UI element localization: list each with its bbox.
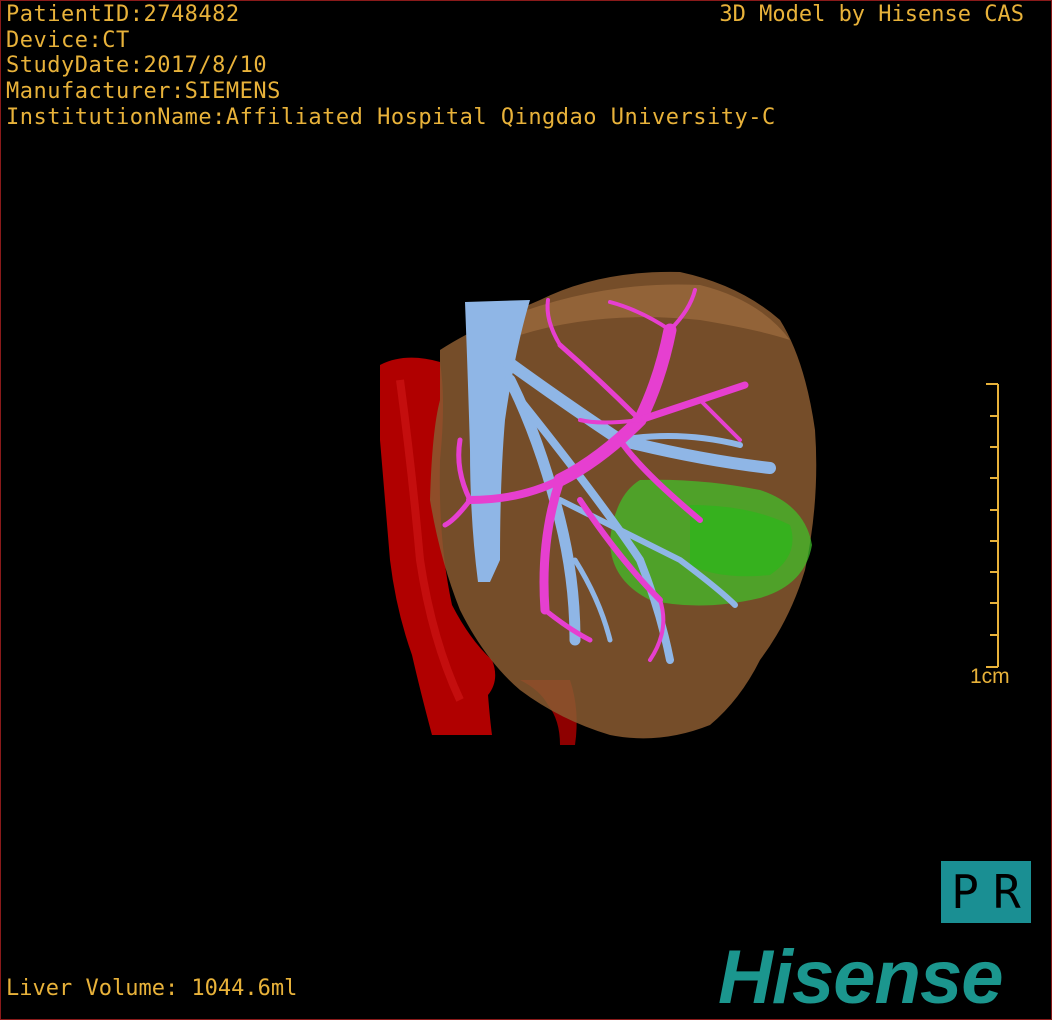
liver-3d-model[interactable] xyxy=(0,0,1052,1020)
orientation-left-label: P xyxy=(951,865,979,919)
liver-volume-text: Liver Volume: 1044.6ml xyxy=(6,976,298,1001)
orientation-right-label: R xyxy=(993,865,1021,919)
scale-bar xyxy=(986,383,999,668)
hisense-logo: Hisense xyxy=(718,935,1003,1020)
scale-bar-label: 1cm xyxy=(970,665,1010,688)
orientation-marker[interactable]: P R xyxy=(941,861,1031,923)
